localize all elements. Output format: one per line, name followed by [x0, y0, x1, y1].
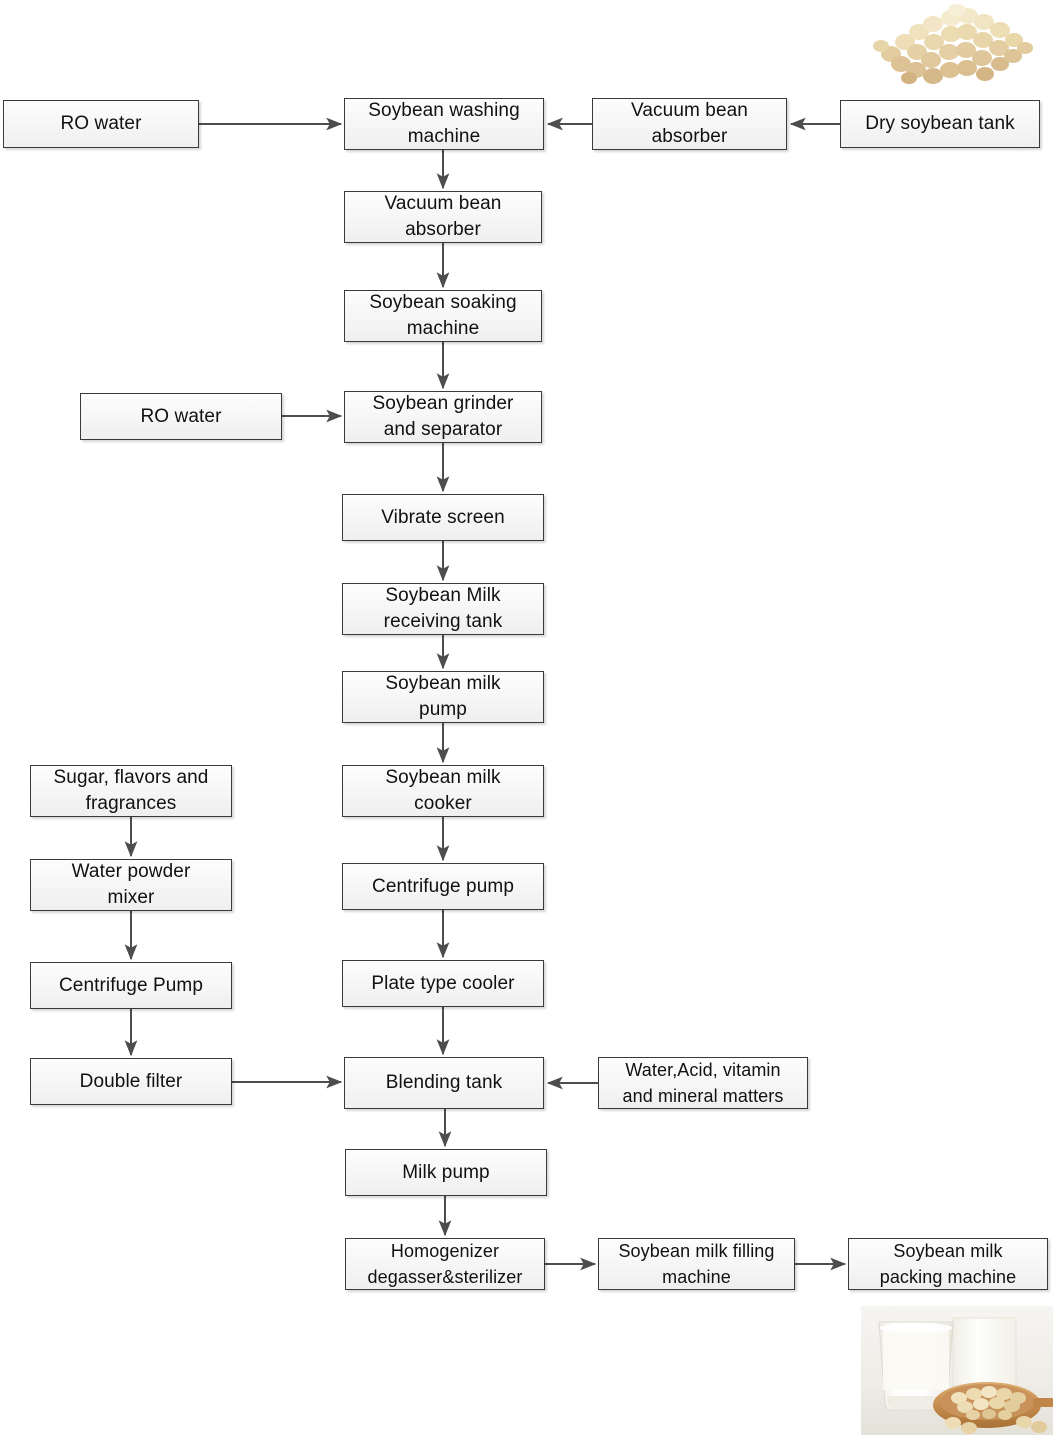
- node-vacuum-bean-absorber-right[interactable]: Vacuum bean absorber: [592, 98, 787, 150]
- node-label: Homogenizer degasser&sterilizer: [367, 1241, 523, 1287]
- node-dry-soybean-tank[interactable]: Dry soybean tank: [840, 100, 1040, 148]
- soymilk-photo: [861, 1306, 1053, 1435]
- node-label: Milk pump: [402, 1161, 490, 1183]
- node-label: Soybean milk cooker: [385, 767, 501, 814]
- node-homogenizer-degasser-sterilizer[interactable]: Homogenizer degasser&sterilizer: [345, 1238, 545, 1290]
- node-plate-type-cooler[interactable]: Plate type cooler: [342, 960, 544, 1007]
- node-soybean-milk-packing-machine[interactable]: Soybean milk packing machine: [848, 1238, 1048, 1290]
- node-label: Soybean milk filling machine: [618, 1241, 775, 1287]
- node-double-filter[interactable]: Double filter: [30, 1058, 232, 1105]
- node-soybean-milk-pump[interactable]: Soybean milk pump: [342, 671, 544, 723]
- soymilk-illustration: [861, 1306, 1053, 1435]
- soybeans-illustration: [861, 2, 1053, 88]
- node-label: Dry soybean tank: [865, 113, 1015, 134]
- node-water-acid-vitamin-mineral[interactable]: Water,Acid, vitamin and mineral matters: [598, 1057, 808, 1109]
- node-ro-water-top[interactable]: RO water: [3, 100, 199, 148]
- node-milk-pump[interactable]: Milk pump: [345, 1149, 547, 1196]
- node-label: Double filter: [79, 1070, 183, 1092]
- node-label: Soybean washing machine: [368, 100, 520, 147]
- node-label: Centrifuge pump: [372, 875, 514, 897]
- node-water-powder-mixer[interactable]: Water powder mixer: [30, 859, 232, 911]
- node-soybean-washing-machine[interactable]: Soybean washing machine: [344, 98, 544, 150]
- node-label: Soybean milk packing machine: [879, 1241, 1017, 1287]
- node-label: Soybean Milk receiving tank: [383, 585, 503, 632]
- node-label: Water,Acid, vitamin and mineral matters: [622, 1060, 784, 1106]
- node-label: Soybean grinder and separator: [372, 393, 514, 440]
- node-soybean-milk-cooker[interactable]: Soybean milk cooker: [342, 765, 544, 817]
- node-soybean-milk-filling-machine[interactable]: Soybean milk filling machine: [598, 1238, 795, 1290]
- node-label: Soybean milk pump: [385, 673, 501, 720]
- node-centrifuge-pump-left[interactable]: Centrifuge Pump: [30, 962, 232, 1009]
- node-label: RO water: [60, 113, 142, 134]
- node-ro-water-mid[interactable]: RO water: [80, 393, 282, 440]
- node-label: Blending tank: [385, 1072, 503, 1093]
- node-label: RO water: [140, 405, 222, 427]
- node-blending-tank[interactable]: Blending tank: [344, 1057, 544, 1109]
- node-soybean-grinder-and-separator[interactable]: Soybean grinder and separator: [344, 391, 542, 443]
- soybeans-photo: [861, 2, 1053, 88]
- node-label: Vacuum bean absorber: [631, 100, 748, 147]
- node-vibrate-screen[interactable]: Vibrate screen: [342, 494, 544, 541]
- node-label: Centrifuge Pump: [58, 974, 204, 996]
- node-soybean-milk-receiving-tank[interactable]: Soybean Milk receiving tank: [342, 583, 544, 635]
- node-vacuum-bean-absorber-center[interactable]: Vacuum bean absorber: [344, 191, 542, 243]
- node-label: Vibrate screen: [381, 506, 505, 528]
- node-label: Vacuum bean absorber: [384, 193, 502, 240]
- node-sugar-flavors-fragrances[interactable]: Sugar, flavors and fragrances: [30, 765, 232, 817]
- node-centrifuge-pump-main[interactable]: Centrifuge pump: [342, 863, 544, 910]
- node-soybean-soaking-machine[interactable]: Soybean soaking machine: [344, 290, 542, 342]
- node-label: Plate type cooler: [371, 972, 515, 994]
- node-label: Soybean soaking machine: [369, 292, 517, 339]
- node-label: Water powder mixer: [71, 861, 191, 908]
- node-label: Sugar, flavors and fragrances: [53, 767, 209, 814]
- flowchart-canvas: RO water Soybean washing machine Vacuum …: [0, 0, 1053, 1435]
